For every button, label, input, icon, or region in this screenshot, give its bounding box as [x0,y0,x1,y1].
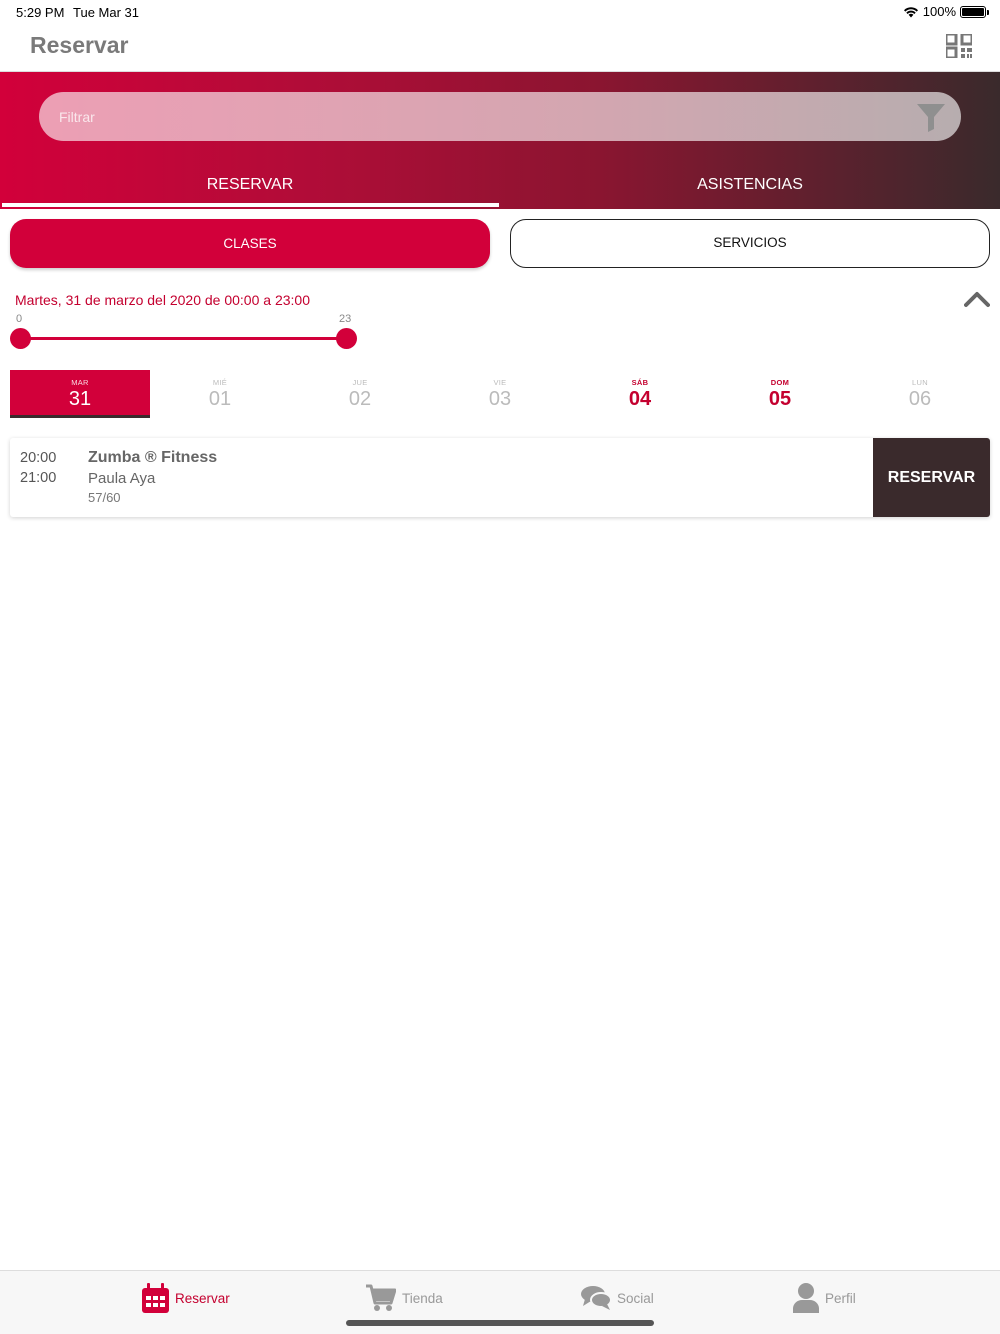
tab-asistencias[interactable]: ASISTENCIAS [500,164,1000,209]
day-number: 04 [628,388,652,410]
tabbar-item-social[interactable]: Social [581,1281,654,1315]
funnel-filter-icon[interactable] [916,102,946,132]
battery-icon [960,5,989,18]
tabbar-label-reservar: Reservar [175,1290,230,1306]
day-number: 02 [348,388,372,410]
hour-range-slider-track[interactable] [20,337,346,340]
day-item[interactable]: LUN 06 [850,370,990,418]
wifi-icon [903,6,918,17]
tabbar-label-tienda: Tienda [402,1290,443,1306]
day-item[interactable]: DOM 05 [710,370,850,418]
page-title: Reservar [30,32,129,58]
class-title: Zumba ® Fitness [88,449,218,466]
day-item[interactable]: SÁB 04 [570,370,710,418]
header-band: RESERVAR ASISTENCIAS [0,72,1000,209]
class-end-time: 21:00 [20,470,57,486]
tabbar-label-perfil: Perfil [825,1290,856,1306]
slider-max-label: 23 [339,313,352,325]
qr-code-icon[interactable] [946,34,972,58]
day-number: 01 [208,388,232,410]
clases-button[interactable]: CLASES [10,219,490,268]
slider-min-label: 0 [16,313,23,325]
chevron-up-icon[interactable] [964,289,990,309]
filter-input[interactable] [59,92,899,141]
reserve-button[interactable]: RESERVAR [873,438,990,517]
day-item[interactable]: VIE 03 [430,370,570,418]
day-name: JUE [352,378,368,387]
class-instructor: Paula Aya [88,470,156,487]
user-icon [793,1283,819,1313]
status-indicators: 100% [903,4,989,19]
cart-icon [366,1284,396,1311]
day-name: LUN [912,378,928,387]
chat-bubbles-icon [581,1286,611,1310]
class-capacity: 57/60 [88,490,121,505]
day-number: 05 [768,388,792,410]
active-tab-indicator [2,203,499,207]
tabbar-item-tienda[interactable]: Tienda [366,1281,443,1315]
day-item[interactable]: MIÉ 01 [150,370,290,418]
filter-search-box[interactable] [39,92,961,141]
tabbar-item-perfil[interactable]: Perfil [793,1281,856,1315]
slider-start-handle[interactable] [10,328,31,349]
slider-end-handle[interactable] [336,328,357,349]
servicios-button[interactable]: SERVICIOS [510,219,990,268]
status-bar: 5:29 PM Tue Mar 31 100% [0,0,1000,24]
battery-percent: 100% [922,4,956,19]
tabbar-label-social: Social [617,1290,654,1306]
day-name: VIE [493,378,507,387]
day-number: 31 [68,388,92,410]
day-name: DOM [770,378,790,387]
class-start-time: 20:00 [20,450,57,466]
calendar-icon [142,1283,169,1313]
day-name: SÁB [631,378,649,387]
navigation-bar: Reservar [0,24,1000,72]
day-item[interactable]: MAR 31 [10,370,150,418]
date-range-label: Martes, 31 de marzo del 2020 de 00:00 a … [15,292,310,308]
home-indicator [346,1320,654,1326]
day-item[interactable]: JUE 02 [290,370,430,418]
status-date: Tue Mar 31 [73,5,139,20]
class-card[interactable]: 20:00 21:00 Zumba ® Fitness Paula Aya 57… [10,438,990,517]
status-time: 5:29 PM [16,5,65,20]
day-name: MIÉ [212,378,228,387]
tabbar-item-reservar[interactable]: Reservar [142,1281,230,1315]
day-number: 06 [908,388,932,410]
day-name: MAR [71,378,89,387]
day-number: 03 [488,388,512,410]
